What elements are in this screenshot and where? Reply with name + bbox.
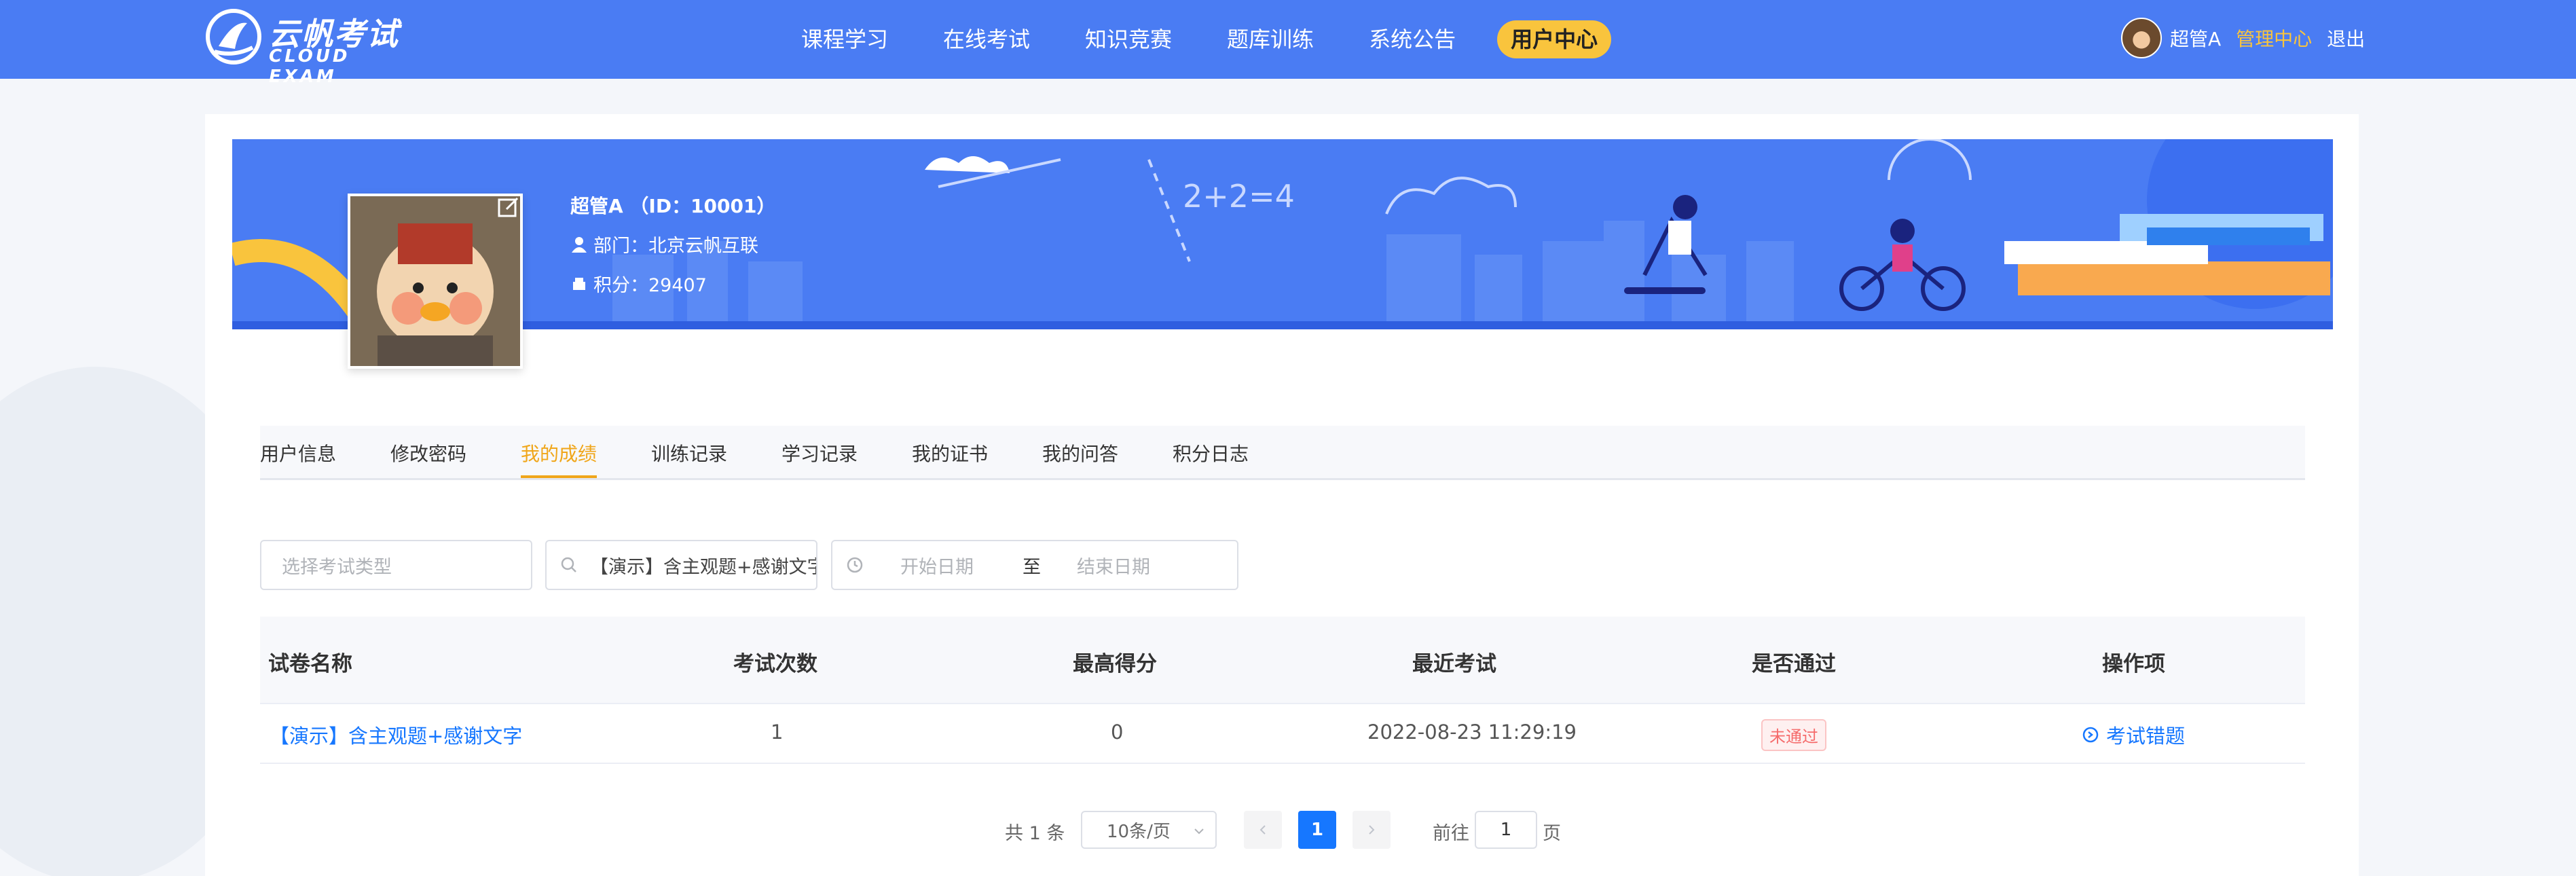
- tab-points-log[interactable]: 积分日志: [1173, 439, 1249, 478]
- nav-knowledge-contest[interactable]: 知识竞赛: [1071, 20, 1185, 58]
- end-date-placeholder[interactable]: 结束日期: [1077, 552, 1150, 579]
- tab-study-records[interactable]: 学习记录: [781, 439, 858, 478]
- page-suffix: 页: [1543, 823, 1561, 844]
- main-nav: 课程学习 在线考试 知识竞赛 题库训练 系统公告 用户中心: [788, 20, 1639, 58]
- nav-user-center[interactable]: 用户中心: [1497, 20, 1612, 58]
- edit-avatar-icon[interactable]: [497, 196, 520, 219]
- prev-page-button[interactable]: [1244, 811, 1282, 849]
- exam-type-select[interactable]: 选择考试类型: [260, 540, 532, 590]
- chevron-right-icon: [1369, 825, 1375, 835]
- user-name[interactable]: 超管A: [2170, 24, 2221, 52]
- nav-question-bank[interactable]: 题库训练: [1213, 20, 1327, 58]
- table-row: 【演示】含主观题+感谢文字 1 0 2022-08-23 11:29:19 未通…: [260, 703, 2305, 764]
- wrong-questions-button[interactable]: 考试错题: [2082, 720, 2185, 749]
- max-score: 0: [1111, 720, 1124, 744]
- page-size-value: 10条/页: [1107, 821, 1171, 842]
- last-exam-time: 2022-08-23 11:29:19: [1367, 720, 1577, 744]
- nav-online-exam[interactable]: 在线考试: [930, 20, 1044, 58]
- banner-illustration: 2+2=4: [232, 139, 2333, 323]
- logout-link[interactable]: 退出: [2327, 24, 2365, 52]
- start-date-placeholder[interactable]: 开始日期: [900, 552, 1023, 579]
- page-size-select[interactable]: 10条/页: [1081, 811, 1217, 849]
- status-badge: 未通过: [1761, 719, 1826, 751]
- exam-count: 1: [771, 720, 784, 744]
- range-separator: 至: [1023, 556, 1041, 578]
- tab-my-certificates[interactable]: 我的证书: [912, 439, 988, 478]
- column-header: 考试次数: [733, 652, 817, 676]
- date-range-picker[interactable]: 开始日期 至 结束日期: [831, 540, 1238, 590]
- chevron-down-icon: [1194, 828, 1204, 835]
- avatar-image: [350, 196, 520, 366]
- department-text: 部门：北京云帆互联: [593, 236, 758, 257]
- profile-points: 积分：29407: [572, 270, 707, 297]
- goto-page-input[interactable]: 1: [1475, 811, 1537, 849]
- tab-user-info[interactable]: 用户信息: [260, 439, 336, 478]
- wrong-questions-label: 考试错题: [2106, 725, 2186, 748]
- user-icon: [572, 236, 587, 253]
- svg-text:2+2=4: 2+2=4: [1183, 178, 1295, 215]
- logo[interactable]: 云帆考试 CLOUD EXAM: [205, 7, 402, 87]
- tab-my-qa[interactable]: 我的问答: [1042, 439, 1118, 478]
- top-navbar: 云帆考试 CLOUD EXAM 课程学习 在线考试 知识竞赛 题库训练 系统公告…: [0, 0, 2576, 87]
- search-input[interactable]: 【演示】含主观题+感谢文字: [545, 540, 817, 590]
- profile-avatar[interactable]: [348, 194, 523, 369]
- nav-course[interactable]: 课程学习: [788, 20, 902, 58]
- circle-arrow-icon: [2082, 727, 2099, 743]
- profile-title: 超管A （ID：10001）: [570, 195, 776, 217]
- profile-banner: 2+2=4: [232, 139, 2333, 329]
- column-header: 是否通过: [1752, 652, 1836, 676]
- user-menu: 超管A 管理中心 退出: [2121, 18, 2365, 58]
- table-header: 试卷名称 考试次数 最高得分 最近考试 是否通过 操作项: [260, 617, 2305, 703]
- points-text: 积分：29407: [593, 275, 707, 296]
- tab-change-password[interactable]: 修改密码: [390, 439, 466, 478]
- exam-name-link[interactable]: 【演示】含主观题+感谢文字: [270, 720, 522, 749]
- clock-icon: [847, 557, 863, 573]
- column-header: 操作项: [2102, 652, 2165, 676]
- tab-my-scores[interactable]: 我的成绩: [521, 439, 597, 478]
- tab-training-records[interactable]: 训练记录: [651, 439, 727, 478]
- nav-announcements[interactable]: 系统公告: [1355, 20, 1469, 58]
- sail-logo-icon: [206, 9, 261, 65]
- chevron-left-icon: [1259, 825, 1266, 835]
- pagination-total: 共 1 条: [1005, 823, 1065, 844]
- column-header: 最近考试: [1412, 652, 1496, 676]
- points-icon: [573, 277, 585, 290]
- next-page-button[interactable]: [1353, 811, 1391, 849]
- profile-department: 部门：北京云帆互联: [572, 231, 758, 257]
- avatar[interactable]: [2121, 18, 2162, 58]
- column-header: 试卷名称: [268, 652, 352, 676]
- page-number-button[interactable]: 1: [1298, 811, 1336, 849]
- goto-label: 前往: [1433, 823, 1469, 844]
- admin-center-link[interactable]: 管理中心: [2236, 24, 2312, 52]
- exam-type-placeholder: 选择考试类型: [282, 556, 392, 578]
- banner-strip: [232, 321, 2333, 329]
- column-header: 最高得分: [1073, 652, 1157, 676]
- logo-subtitle: CLOUD EXAM: [269, 46, 350, 87]
- search-value: 【演示】含主观题+感谢文字: [590, 556, 817, 578]
- search-icon: [561, 557, 576, 572]
- profile-tabs: 用户信息 修改密码 我的成绩 训练记录 学习记录 我的证书 我的问答 积分日志: [260, 426, 2305, 480]
